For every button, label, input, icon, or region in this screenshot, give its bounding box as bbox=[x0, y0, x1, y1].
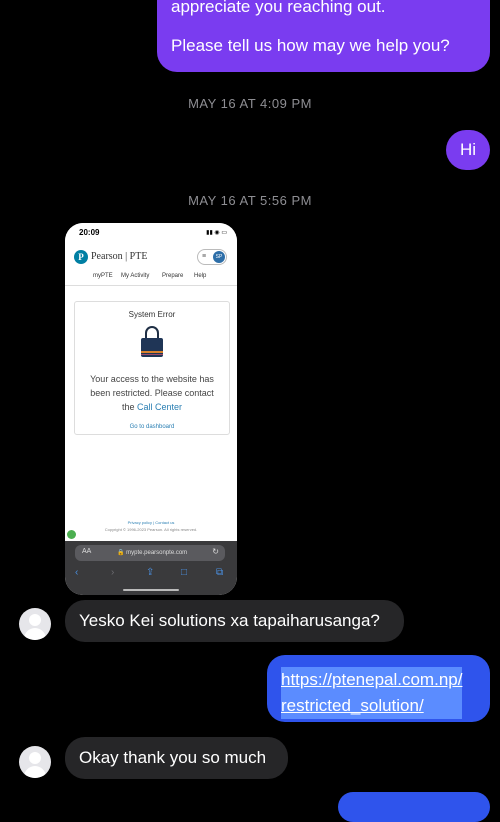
text-size-icon: AA bbox=[82, 548, 92, 555]
url-text: 🔒 mypte.pearsonpte.com bbox=[117, 550, 188, 556]
avatar: SP bbox=[213, 251, 225, 263]
hamburger-icon: ≡ bbox=[202, 253, 207, 260]
timestamp: MAY 16 AT 5:56 PM bbox=[188, 193, 312, 208]
message-text: Okay thank you so much bbox=[79, 748, 267, 767]
copyright: Copyright © 1996-2023 Pearson. All right… bbox=[104, 527, 198, 532]
error-line: the bbox=[121, 402, 137, 412]
error-line: Your access to the website has bbox=[90, 374, 214, 384]
nav-item: My Activity bbox=[121, 273, 150, 279]
bookmarks-icon: □ bbox=[181, 567, 188, 578]
address-bar: AA 🔒 mypte.pearsonpte.com ↻ bbox=[75, 545, 225, 561]
message-link[interactable]: https://ptenepal.com.np/ restricted_solu… bbox=[281, 667, 463, 719]
outgoing-message-bubble[interactable]: appreciate you reaching out. Please tell… bbox=[157, 0, 490, 72]
link-line: restricted_solution/ bbox=[281, 693, 463, 719]
shared-screenshot-image[interactable]: 20:09 ▮▮ ◉ ▭ P Pearson | PTE ≡ SP myPTE … bbox=[65, 223, 237, 595]
nav-item: Help bbox=[194, 273, 207, 279]
forward-icon: › bbox=[111, 567, 115, 578]
phone-status-bar: 20:09 ▮▮ ◉ ▭ bbox=[65, 223, 237, 243]
dashboard-link: Go to dashboard bbox=[129, 424, 175, 430]
error-message: Your access to the website has been rest… bbox=[81, 372, 223, 414]
timestamp: MAY 16 AT 4:09 PM bbox=[188, 96, 312, 111]
error-title: System Error bbox=[128, 310, 176, 319]
site-nav: myPTE My Activity Prepare Help bbox=[65, 271, 237, 286]
message-text: Yesko Kei solutions xa tapaiharusanga? bbox=[79, 611, 380, 630]
outgoing-message-bubble[interactable] bbox=[338, 792, 490, 822]
site-footer: Privacy policy | Contact us Copyright © … bbox=[65, 519, 237, 533]
menu-button: ≡ SP bbox=[197, 249, 227, 265]
incoming-message-bubble[interactable]: Yesko Kei solutions xa tapaiharusanga? bbox=[65, 600, 404, 642]
message-text: Please tell us how may we help you? bbox=[171, 36, 450, 55]
reload-icon: ↻ bbox=[212, 547, 219, 556]
error-line: been restricted. Please contact bbox=[90, 388, 214, 398]
back-icon: ‹ bbox=[75, 567, 79, 578]
message-text: appreciate you reaching out. bbox=[171, 0, 386, 16]
outgoing-link-bubble[interactable]: https://ptenepal.com.np/ restricted_solu… bbox=[267, 655, 490, 722]
call-center-link: Call Center bbox=[136, 402, 183, 412]
tabs-icon: ⧉ bbox=[216, 567, 224, 578]
status-icons: ▮▮ ◉ ▭ bbox=[206, 230, 227, 236]
brand-name: Pearson | PTE bbox=[91, 251, 148, 262]
incoming-message-bubble[interactable]: Okay thank you so much bbox=[65, 737, 288, 779]
nav-item: myPTE bbox=[93, 273, 113, 279]
lock-icon bbox=[141, 326, 163, 358]
pearson-logo-icon: P bbox=[74, 250, 88, 264]
nav-item: Prepare bbox=[162, 273, 184, 279]
outgoing-message-bubble[interactable]: Hi bbox=[446, 130, 490, 170]
error-card: System Error Your access to the website … bbox=[74, 301, 230, 435]
share-icon: ⇪ bbox=[146, 567, 155, 578]
avatar[interactable] bbox=[19, 746, 51, 778]
footer-links: Privacy policy | Contact us bbox=[127, 520, 175, 525]
browser-toolbar: AA 🔒 mypte.pearsonpte.com ↻ ‹ › ⇪ □ ⧉ bbox=[65, 541, 237, 595]
status-dot-icon bbox=[67, 530, 76, 539]
link-line: https://ptenepal.com.np/ bbox=[281, 667, 463, 693]
avatar[interactable] bbox=[19, 608, 51, 640]
message-text: Hi bbox=[459, 140, 477, 159]
status-time: 20:09 bbox=[79, 228, 100, 237]
home-indicator bbox=[123, 589, 179, 591]
